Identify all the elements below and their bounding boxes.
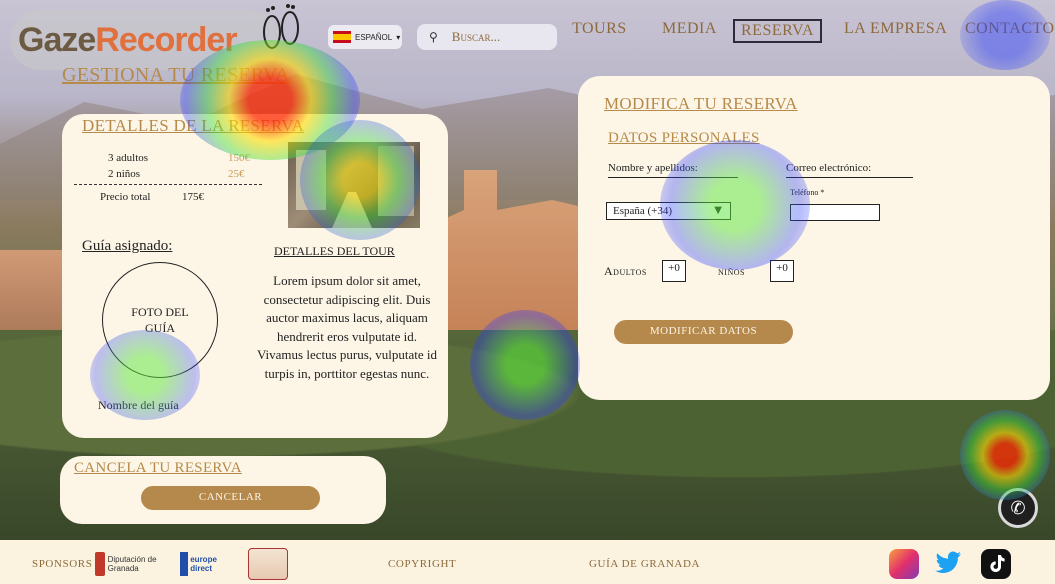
copyright-link[interactable]: COPYRIGHT: [388, 558, 456, 570]
europe-direct-logo[interactable]: europe direct: [180, 548, 232, 580]
nav-reserva[interactable]: RESERVA: [733, 19, 823, 43]
name-field[interactable]: Nombre y apellidos:: [608, 162, 738, 178]
guide-label: Guía asignado:: [82, 238, 173, 254]
tour-photo: [288, 142, 420, 228]
footer: SPONSORS Diputación de Granada europe di…: [0, 540, 1055, 584]
tiktok-icon[interactable]: [981, 549, 1011, 579]
tour-details-title: DETALLES DEL TOUR: [274, 244, 395, 258]
cancel-reservation-title: CANCELA TU RESERVA: [74, 460, 242, 476]
page-title: GESTIONA TU RESERVA: [62, 64, 290, 86]
language-selector[interactable]: ESPAÑOL ▾: [328, 25, 402, 49]
search-placeholder: Buscar...: [451, 29, 501, 44]
kids-counter[interactable]: +0: [770, 260, 794, 282]
cancel-reservation-panel: CANCELA TU RESERVA CANCELAR: [60, 456, 386, 524]
divider: [74, 184, 262, 185]
guide-photo-placeholder: FOTO DEL GUÍA: [102, 262, 218, 378]
gaze-recorder-logo: Gaze Recorder: [10, 10, 280, 70]
adults-counter[interactable]: +0: [662, 260, 686, 282]
price-value: 25€: [228, 168, 245, 180]
price-label: 2 niños: [108, 168, 141, 180]
language-label: ESPAÑOL: [355, 32, 393, 42]
total-value: 175€: [182, 191, 204, 203]
email-field[interactable]: Correo electrónico:: [786, 162, 913, 178]
guide-photo-text: FOTO DEL GUÍA: [131, 305, 189, 335]
reservation-details-panel: DETALLES DE LA RESERVA 3 adultos 150€ 2 n…: [62, 114, 448, 438]
granada-crest-logo[interactable]: [248, 548, 288, 580]
kids-label: niños: [718, 264, 745, 278]
search-icon: ⚲: [429, 30, 438, 44]
nav-media[interactable]: MEDIA: [662, 20, 717, 38]
nav-contacto[interactable]: CONTACTO: [965, 20, 1055, 38]
guia-granada-link[interactable]: GUÍA DE GRANADA: [589, 558, 700, 570]
search-input[interactable]: ⚲ Buscar...: [417, 24, 557, 50]
price-label: 3 adultos: [108, 152, 149, 164]
diputacion-granada-logo[interactable]: Diputación de Granada: [95, 548, 157, 580]
phone-input[interactable]: [790, 204, 880, 221]
price-value: 150€: [228, 152, 250, 164]
reservation-details-title: DETALLES DE LA RESERVA: [82, 116, 305, 135]
whatsapp-icon[interactable]: ✆: [998, 488, 1038, 528]
price-summary: 3 adultos 150€ 2 niños 25€ Precio total 175…: [74, 150, 262, 205]
name-label: Nombre y apellidos:: [608, 162, 698, 174]
country-code-value: España (+34): [613, 205, 673, 217]
sponsors-label: SPONSORS: [32, 558, 93, 570]
guide-name: Nombre del guía: [98, 398, 179, 412]
dropdown-arrow-icon: ▼: [714, 205, 722, 216]
modify-reservation-panel: MODIFICA TU RESERVA DATOS PERSONALES Nom…: [578, 76, 1050, 400]
cancel-button[interactable]: CANCELAR: [141, 486, 320, 510]
adults-label: Adultos: [604, 264, 647, 278]
logo-text-gaze: Gaze: [18, 20, 96, 59]
dropdown-arrow-icon: ▾: [396, 32, 401, 42]
tour-description: Lorem ipsum dolor sit amet, consectetur …: [256, 273, 438, 381]
spain-flag-icon: [333, 31, 351, 43]
modify-reservation-title: MODIFICA TU RESERVA: [604, 94, 798, 113]
twitter-icon[interactable]: [931, 549, 961, 579]
footprints-logo-icon[interactable]: [258, 2, 304, 58]
email-label: Correo electrónico:: [786, 162, 872, 174]
instagram-icon[interactable]: [889, 549, 919, 579]
nav-la-empresa[interactable]: LA EMPRESA: [844, 20, 947, 38]
logo-text-recorder: Recorder: [95, 20, 237, 59]
nav-tours[interactable]: TOURS: [572, 20, 627, 38]
total-label: Precio total: [100, 191, 151, 203]
country-code-select[interactable]: España (+34) ▼: [606, 202, 731, 220]
personal-data-title: DATOS PERSONALES: [608, 130, 760, 146]
modify-data-button[interactable]: MODIFICAR DATOS: [614, 320, 793, 344]
phone-label: Teléfono *: [790, 188, 825, 197]
